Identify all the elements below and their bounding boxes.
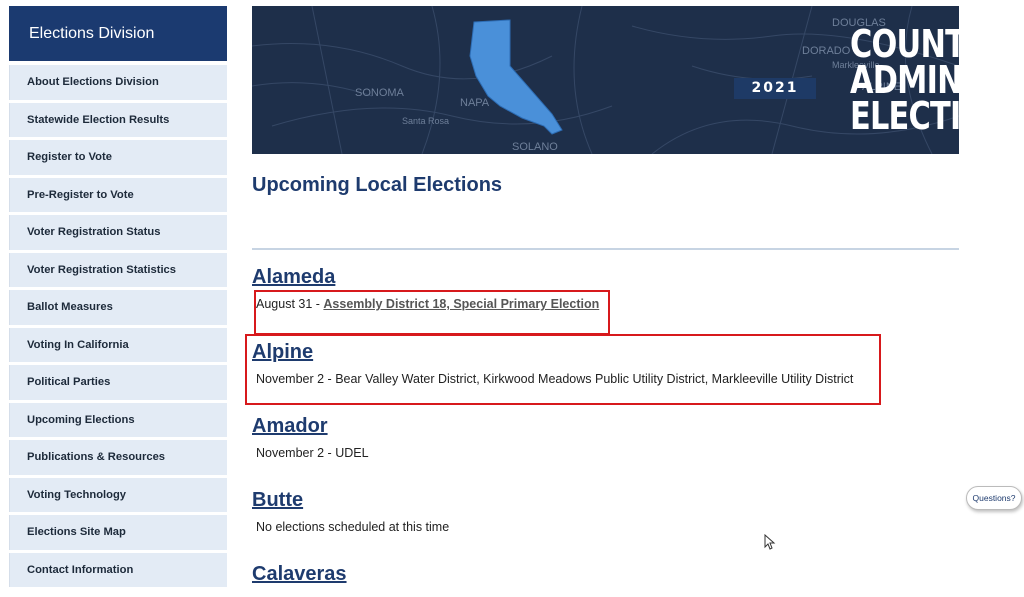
banner-title-line3: ELECTIONS [850, 94, 959, 138]
map-label-dorado: DORADO [802, 45, 851, 57]
sidebar-title[interactable]: Elections Division [9, 6, 227, 61]
nav-about-elections-division[interactable]: About Elections Division [9, 65, 227, 100]
banner-title-line2: ADMINISTERED [850, 58, 959, 102]
highlight-box-alpine [245, 334, 881, 405]
county-name-link[interactable]: Butte [252, 489, 303, 512]
county-name-link[interactable]: Calaveras [252, 563, 347, 586]
nav-contact-information[interactable]: Contact Information [9, 552, 227, 587]
nav-statewide-election-results[interactable]: Statewide Election Results [9, 102, 227, 137]
nav-register-to-vote[interactable]: Register to Vote [9, 140, 227, 175]
map-label-santa-rosa: Santa Rosa [402, 116, 449, 126]
questions-chat-button[interactable]: Questions? [966, 486, 1022, 510]
nav-political-parties[interactable]: Political Parties [9, 365, 227, 400]
nav-voter-registration-status[interactable]: Voter Registration Status [9, 215, 227, 250]
nav-elections-site-map[interactable]: Elections Site Map [9, 515, 227, 550]
county-butte: Butte No elections scheduled at this tim… [252, 489, 952, 534]
county-name-link[interactable]: Amador [252, 415, 328, 438]
map-label-napa: NAPA [460, 97, 490, 109]
banner-title-line1: COUNTY [850, 22, 959, 66]
page-title: Upcoming Local Elections [252, 174, 503, 196]
content-divider [252, 248, 959, 250]
county-calaveras: Calaveras [252, 563, 952, 586]
nav-publications-resources[interactable]: Publications & Resources [9, 440, 227, 475]
california-shape [469, 19, 563, 135]
banner-year-badge: 2021 [734, 78, 816, 99]
county-election-line: No elections scheduled at this time [256, 520, 450, 534]
county-election-line: November 2 - UDEL [256, 446, 369, 460]
nav-voter-registration-statistics[interactable]: Voter Registration Statistics [9, 252, 227, 287]
mouse-cursor-icon [764, 534, 776, 550]
nav-pre-register-to-vote[interactable]: Pre-Register to Vote [9, 177, 227, 212]
county-elections-banner: SONOMA NAPA SOLANO Santa Rosa DORADO ALP… [252, 6, 959, 154]
map-label-sonoma: SONOMA [355, 87, 405, 99]
nav-upcoming-elections[interactable]: Upcoming Elections [9, 402, 227, 437]
nav-voting-in-california[interactable]: Voting In California [9, 327, 227, 362]
county-amador: Amador November 2 - UDEL [252, 415, 952, 460]
nav-voting-technology[interactable]: Voting Technology [9, 477, 227, 512]
nav-ballot-measures[interactable]: Ballot Measures [9, 290, 227, 325]
banner-title: COUNTY ADMINISTERED ELECTIONS [850, 22, 959, 138]
highlight-box-alameda [254, 290, 610, 335]
county-name-link[interactable]: Alameda [252, 266, 335, 289]
sidebar: Elections Division About Elections Divis… [9, 6, 227, 590]
map-label-solano: SOLANO [512, 141, 558, 153]
